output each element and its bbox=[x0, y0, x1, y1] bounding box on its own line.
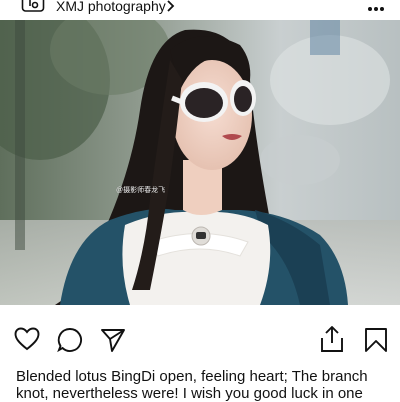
send-icon[interactable] bbox=[100, 327, 126, 353]
post-caption: Blended lotus BingDi open, feeling heart… bbox=[16, 368, 368, 402]
heart-icon[interactable] bbox=[14, 327, 40, 351]
post-header: XMJ photography bbox=[0, 0, 400, 20]
more-dots-icon[interactable] bbox=[366, 1, 386, 11]
account-name[interactable]: XMJ photography bbox=[56, 0, 166, 14]
photo-library-icon[interactable] bbox=[21, 0, 45, 13]
chevron-right-icon[interactable] bbox=[166, 0, 176, 13]
post-photo[interactable]: @摄影师春龙飞 bbox=[0, 20, 400, 305]
photo-illustration bbox=[0, 20, 400, 305]
action-bar bbox=[0, 305, 400, 365]
comment-bubble-icon[interactable] bbox=[57, 327, 83, 353]
upload-icon[interactable] bbox=[319, 325, 345, 353]
photo-watermark: @摄影师春龙飞 bbox=[116, 187, 166, 194]
bookmark-icon[interactable] bbox=[364, 327, 388, 353]
